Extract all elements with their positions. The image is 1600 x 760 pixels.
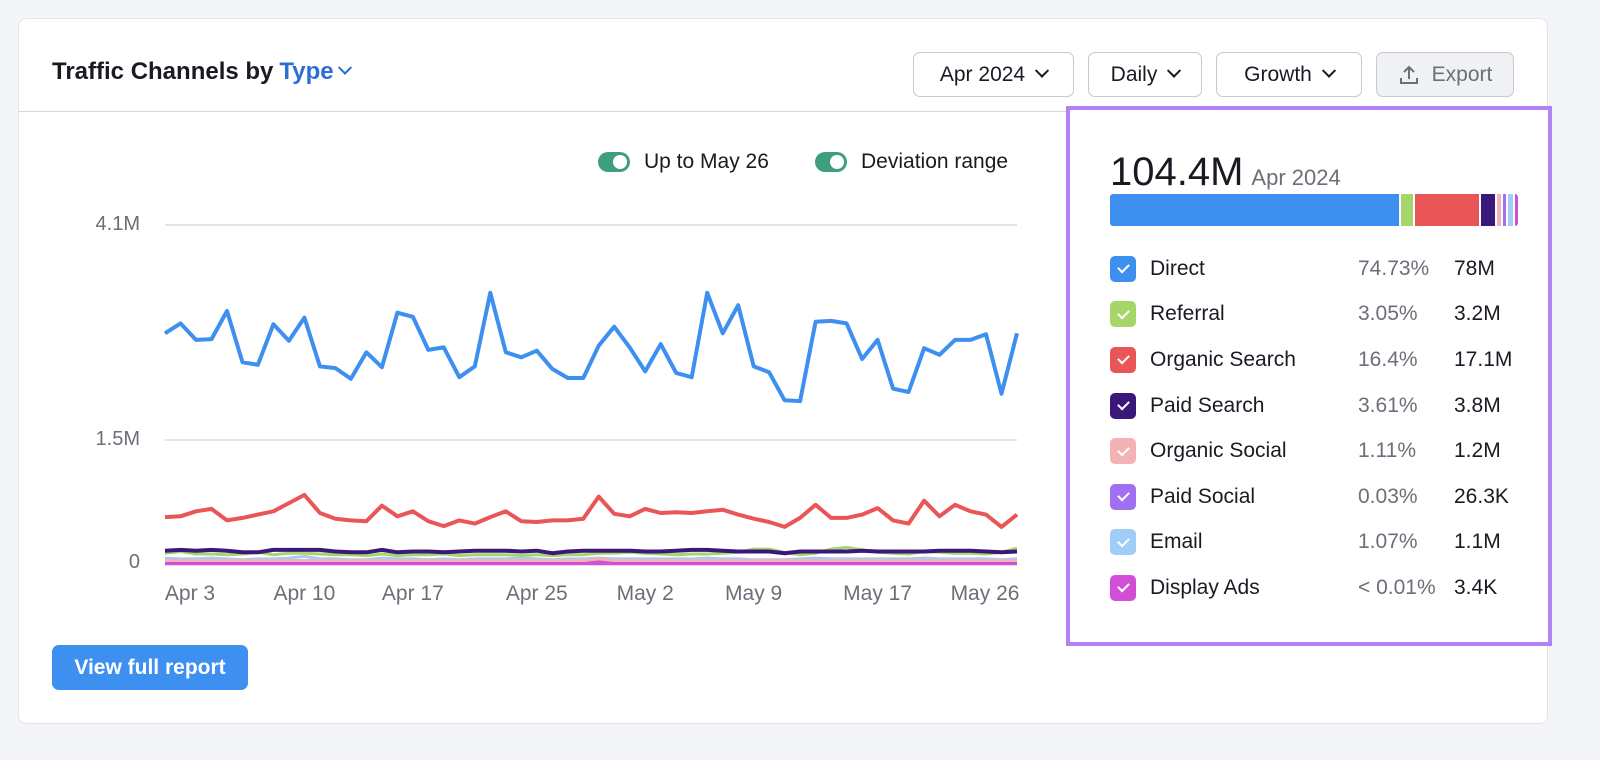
checkbox-checked-icon[interactable]	[1110, 301, 1136, 328]
channel-name: Paid Search	[1150, 393, 1265, 417]
total-value: 104.4M	[1110, 150, 1244, 194]
series-line-direct	[163, 290, 1019, 404]
series-line-organic-social	[165, 557, 1017, 562]
channel-value: 78M	[1454, 256, 1495, 280]
channel-value: 17.1M	[1454, 347, 1513, 371]
x-tick-label: May 26	[950, 582, 1020, 605]
channel-row[interactable]: Organic Search 16.4% 17.1M	[1110, 337, 1530, 383]
checkbox-checked-icon[interactable]	[1110, 438, 1136, 465]
share-segment-organic-social	[1496, 194, 1501, 226]
share-segment-display-ads	[1514, 194, 1518, 226]
channel-percent: 1.11%	[1358, 439, 1416, 463]
x-tick-label: May 17	[843, 582, 913, 605]
channel-name: Organic Social	[1150, 439, 1287, 463]
channel-value: 3.2M	[1454, 302, 1501, 326]
x-tick-label: Apr 25	[505, 582, 568, 605]
y-tick-label: 1.5M	[95, 428, 140, 450]
channel-percent: 74.73%	[1358, 256, 1430, 280]
share-segment-direct	[1110, 194, 1400, 226]
x-tick-label: Apr 10	[273, 582, 336, 605]
channel-row[interactable]: Paid Social 0.03% 26.3K	[1110, 474, 1530, 520]
x-tick-label: Apr 3	[164, 582, 216, 605]
share-segment-referral	[1401, 194, 1414, 226]
x-tick-label: Apr 17	[381, 582, 444, 605]
channel-row[interactable]: Paid Search 3.61% 3.8M	[1110, 383, 1530, 429]
channel-value: 1.1M	[1454, 530, 1501, 554]
checkbox-checked-icon[interactable]	[1110, 255, 1136, 282]
channel-value: 26.3K	[1454, 484, 1509, 508]
share-segment-paid-search	[1480, 194, 1495, 226]
channel-list: Direct 74.73% 78M Referral 3.05% 3.2M Or…	[1110, 246, 1530, 611]
share-segment-paid-social	[1502, 194, 1507, 226]
channel-name: Display Ads	[1150, 575, 1260, 599]
checkbox-checked-icon[interactable]	[1110, 346, 1136, 373]
channel-percent: 16.4%	[1358, 347, 1418, 371]
total-period: Apr 2024	[1251, 165, 1341, 190]
channel-row[interactable]: Direct 74.73% 78M	[1110, 246, 1530, 292]
checkbox-checked-icon[interactable]	[1110, 483, 1136, 510]
checkbox-checked-icon[interactable]	[1110, 529, 1136, 556]
channel-name: Email	[1150, 530, 1203, 554]
share-segment-email	[1508, 194, 1513, 226]
total-visits: 104.4M Apr 2024	[1110, 150, 1341, 195]
channel-row[interactable]: Organic Social 1.11% 1.2M	[1110, 428, 1530, 474]
channel-summary-panel: 104.4M Apr 2024 Direct 74.73% 78M Referr…	[1066, 106, 1552, 646]
channel-name: Organic Search	[1150, 347, 1296, 371]
channel-value: 3.4K	[1454, 575, 1498, 599]
channel-name: Paid Social	[1150, 484, 1256, 508]
y-tick-label: 4.1M	[95, 213, 140, 235]
view-full-report-button[interactable]: View full report	[52, 645, 248, 690]
channel-row[interactable]: Email 1.07% 1.1M	[1110, 520, 1530, 566]
checkbox-checked-icon[interactable]	[1110, 392, 1136, 419]
checkbox-checked-icon[interactable]	[1110, 574, 1136, 601]
channel-name: Referral	[1150, 302, 1225, 326]
share-segment-organic-search	[1415, 194, 1479, 226]
channel-percent: 1.07%	[1358, 530, 1418, 554]
channel-row[interactable]: Display Ads < 0.01% 3.4K	[1110, 565, 1530, 611]
y-tick-label: 0	[128, 551, 140, 573]
channel-row[interactable]: Referral 3.05% 3.2M	[1110, 292, 1530, 338]
channel-name: Direct	[1150, 256, 1205, 280]
channel-percent: 0.03%	[1358, 484, 1418, 508]
x-tick-label: May 2	[616, 582, 674, 605]
x-tick-label: May 9	[725, 582, 783, 605]
share-bar	[1110, 194, 1518, 226]
channel-percent: 3.61%	[1358, 393, 1418, 417]
series-line-organic-search	[164, 492, 1019, 529]
channel-percent: 3.05%	[1358, 302, 1418, 326]
channel-percent: < 0.01%	[1358, 575, 1436, 599]
channel-value: 3.8M	[1454, 393, 1501, 417]
channel-value: 1.2M	[1454, 439, 1501, 463]
